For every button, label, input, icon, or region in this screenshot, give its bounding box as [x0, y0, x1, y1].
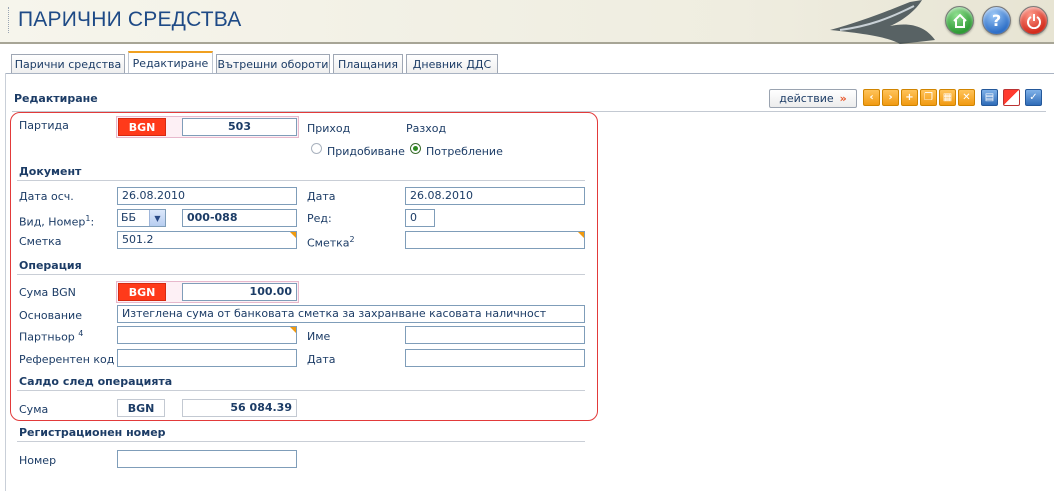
ref-code-field[interactable] — [117, 349, 297, 367]
balance-divider — [17, 390, 585, 391]
date-acc-label: Дата осч. — [19, 190, 74, 203]
doc-type-select[interactable]: ББ ▼ — [117, 209, 166, 227]
reg-number-field[interactable] — [117, 450, 297, 468]
partner-label: Партньор 4 — [19, 329, 83, 344]
content-border — [5, 73, 6, 491]
doc-type-value: ББ — [121, 211, 137, 224]
partida-currency[interactable]: BGN — [118, 118, 166, 136]
type-number-label: Вид, Номер1: — [19, 214, 95, 229]
account2-label: Сметка2 — [307, 235, 355, 250]
amount-label: Сума BGN — [19, 286, 76, 299]
page-title: ПАРИЧНИ СРЕДСТВА — [18, 8, 242, 31]
row-field[interactable]: 0 — [405, 209, 435, 227]
clear-icon[interactable] — [1003, 89, 1020, 106]
bird-logo-icon — [830, 0, 935, 44]
amount-currency[interactable]: BGN — [118, 283, 166, 301]
partner-text: Партньор — [19, 330, 75, 344]
partner-field[interactable] — [117, 326, 297, 344]
account2-sup: 2 — [349, 235, 355, 244]
balance-sum-label: Сума — [19, 403, 49, 416]
operation-divider — [17, 274, 585, 275]
doc-number-field[interactable]: 000-088 — [182, 209, 297, 227]
help-glyph: ? — [991, 11, 1002, 30]
header-divider — [8, 7, 9, 33]
confirm-icon[interactable]: ✓ — [1025, 89, 1042, 106]
tab-internal-turnover[interactable]: Вътрешни обороти — [216, 54, 330, 74]
delete-icon[interactable]: ✕ — [958, 89, 975, 106]
basis-label: Основание — [19, 309, 82, 322]
tab-label: Плащания — [337, 58, 399, 71]
account2-text: Сметка — [307, 236, 350, 250]
tab-label: Парични средства — [14, 58, 122, 71]
action-label: действие — [779, 92, 834, 105]
panel-title: Редактиране — [14, 92, 98, 105]
name-field[interactable] — [405, 326, 585, 344]
chevron-down-icon[interactable]: ▼ — [149, 210, 165, 226]
copy-icon[interactable]: ❐ — [920, 89, 937, 106]
expense-label: Разход — [406, 122, 447, 135]
date-label: Дата — [307, 190, 336, 203]
prev-icon[interactable]: ‹ — [863, 89, 880, 106]
op-date-field[interactable] — [405, 349, 585, 367]
power-icon[interactable] — [1019, 6, 1048, 35]
tab-label: Дневник ДДС — [412, 58, 492, 71]
action-button[interactable]: действие » — [769, 89, 857, 108]
ref-code-label: Референтен код — [19, 353, 115, 366]
tab-cash[interactable]: Парични средства — [11, 54, 125, 74]
type-number-sup: 1 — [85, 214, 91, 223]
radio-acquire-label: Придобиване — [327, 145, 405, 158]
app-header: ПАРИЧНИ СРЕДСТВА ? — [0, 0, 1054, 44]
help-icon[interactable]: ? — [982, 6, 1011, 35]
tab-label: Вътрешни обороти — [217, 58, 329, 71]
radio-acquire[interactable] — [311, 143, 322, 154]
reg-number-label: Номер — [19, 454, 57, 467]
radio-consume-label: Потребление — [426, 145, 503, 158]
document-section-title: Документ — [19, 165, 82, 178]
tab-underline — [5, 73, 1054, 74]
tab-label: Редактиране — [132, 57, 209, 70]
tab-edit[interactable]: Редактиране — [128, 51, 213, 74]
tab-vat-journal[interactable]: Дневник ДДС — [406, 54, 498, 74]
balance-sum-value: 56 084.39 — [182, 399, 297, 417]
account-field[interactable]: 501.2 — [117, 231, 297, 249]
amount-field[interactable]: 100.00 — [182, 283, 297, 301]
radio-consume[interactable] — [410, 143, 421, 154]
next-icon[interactable]: › — [882, 89, 899, 106]
action-arrow-icon: » — [839, 92, 847, 105]
balance-currency: BGN — [117, 399, 165, 417]
account2-field[interactable] — [405, 231, 585, 249]
document-divider — [17, 180, 585, 181]
print-icon[interactable]: ▤ — [981, 89, 998, 106]
balance-section-title: Салдо след операцията — [19, 375, 173, 388]
home-icon[interactable] — [945, 6, 974, 35]
tab-payments[interactable]: Плащания — [333, 54, 403, 74]
partner-sup: 4 — [78, 329, 84, 338]
registration-divider — [17, 441, 585, 442]
add-icon[interactable]: + — [901, 89, 918, 106]
partida-number[interactable]: 503 — [182, 118, 297, 136]
type-number-text: Вид, Номер — [19, 215, 86, 229]
row-label: Ред: — [307, 212, 332, 225]
registration-section-title: Регистрационен номер — [19, 426, 166, 439]
income-label: Приход — [307, 122, 351, 135]
date-acc-field[interactable]: 26.08.2010 — [117, 187, 297, 205]
partida-label: Партида — [19, 119, 69, 132]
name-label: Име — [307, 330, 331, 343]
op-date-label: Дата — [307, 353, 336, 366]
basis-field[interactable]: Изтеглена сума от банковата сметка за за… — [117, 305, 585, 323]
calculator-icon[interactable]: ▦ — [939, 89, 956, 106]
date-field[interactable]: 26.08.2010 — [405, 187, 585, 205]
operation-section-title: Операция — [19, 259, 82, 272]
account-label: Сметка — [19, 235, 62, 248]
